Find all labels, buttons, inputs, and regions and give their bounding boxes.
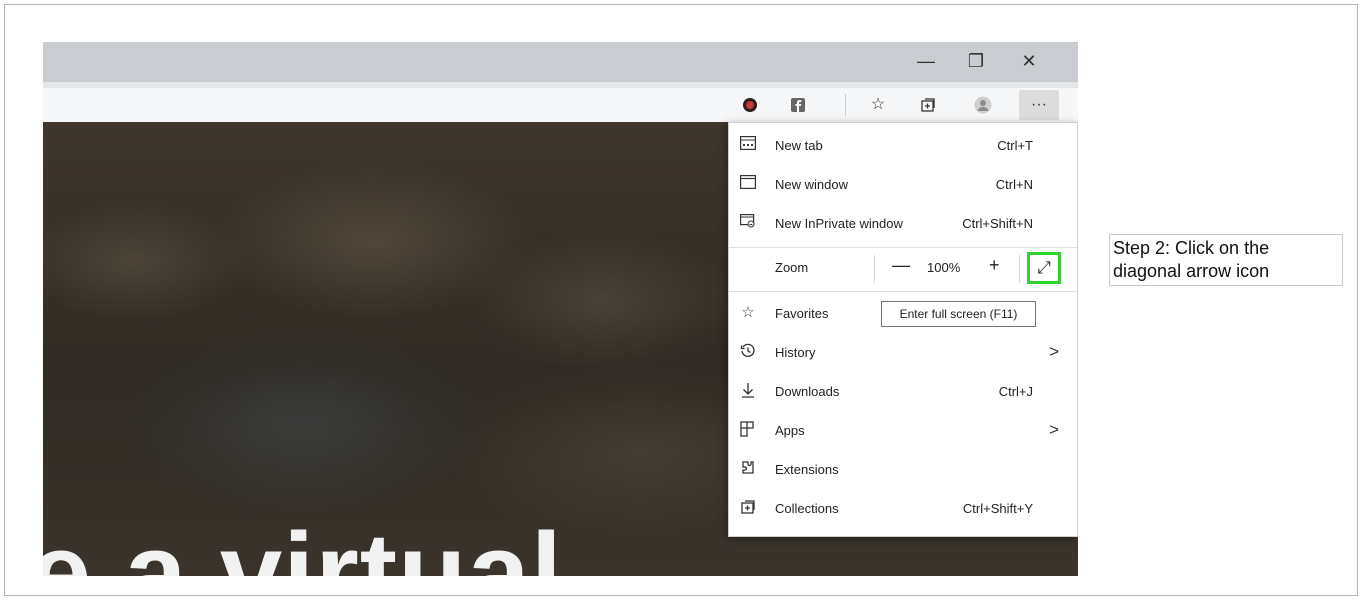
favorites-icon: ☆: [741, 304, 755, 321]
menu-item-new-tab[interactable]: New tab Ctrl+T: [729, 127, 1077, 165]
menu-zoom-row: Zoom — 100% + ⤢: [729, 249, 1077, 287]
fullscreen-tooltip: Enter full screen (F11): [881, 301, 1036, 327]
step-annotation: Step 2: Click on the diagonal arrow icon: [1109, 234, 1343, 286]
new-tab-icon: [739, 136, 757, 154]
menu-label: Downloads: [775, 384, 840, 399]
zoom-in-button[interactable]: +: [989, 255, 1000, 276]
fullscreen-diagonal-arrow-icon[interactable]: ⤢: [1027, 252, 1061, 284]
facebook-icon[interactable]: [781, 90, 815, 120]
new-window-icon: [739, 175, 757, 193]
menu-item-apps[interactable]: Apps >: [729, 412, 1077, 450]
zoom-value: 100%: [927, 260, 961, 275]
menu-label: New InPrivate window: [775, 216, 903, 231]
menu-shortcut: Ctrl+N: [995, 177, 1033, 192]
menu-divider: [729, 247, 1077, 248]
menu-label: Collections: [775, 501, 839, 516]
zoom-label: Zoom: [775, 260, 809, 275]
profile-badge-icon[interactable]: [733, 90, 767, 120]
zoom-out-button[interactable]: —: [892, 255, 910, 276]
apps-icon: [739, 421, 757, 439]
collections-icon: [739, 499, 757, 517]
menu-item-collections[interactable]: Collections Ctrl+Shift+Y: [729, 490, 1077, 528]
menu-shortcut: Ctrl+Shift+N: [962, 216, 1033, 231]
zoom-separator: [874, 255, 875, 283]
menu-label: Extensions: [775, 462, 839, 477]
menu-item-downloads[interactable]: Downloads Ctrl+J: [729, 373, 1077, 411]
menu-shortcut: Ctrl+Shift+Y: [962, 501, 1033, 516]
menu-item-history[interactable]: History >: [729, 334, 1077, 372]
history-icon: [739, 343, 757, 361]
chevron-right-icon: >: [1049, 420, 1059, 439]
menu-label: New window: [775, 177, 848, 192]
menu-label: Apps: [775, 423, 805, 438]
menu-label: History: [775, 345, 816, 360]
hero-heading: e a virtual: [43, 510, 563, 577]
close-button[interactable]: ✕: [1007, 46, 1051, 76]
menu-item-new-window[interactable]: New window Ctrl+N: [729, 166, 1077, 204]
menu-label: Favorites: [775, 306, 829, 321]
menu-item-new-inprivate-window[interactable]: New InPrivate window Ctrl+Shift+N: [729, 205, 1077, 243]
extensions-icon: [739, 460, 757, 478]
more-menu-icon[interactable]: ···: [1019, 90, 1059, 120]
toolbar-separator: [845, 94, 846, 116]
minimize-button[interactable]: —: [904, 46, 948, 76]
favorites-star-icon[interactable]: ☆: [861, 90, 895, 120]
account-avatar-icon[interactable]: [966, 90, 1000, 120]
download-icon: [739, 382, 757, 400]
settings-menu: New tab Ctrl+T New window Ctrl+N New InP…: [728, 122, 1078, 537]
chevron-right-icon: >: [1049, 342, 1059, 361]
inprivate-icon: [739, 214, 757, 232]
menu-shortcut: Ctrl+T: [997, 138, 1033, 153]
restore-button[interactable]: ❐: [954, 46, 998, 76]
screenshot-frame: — ❐ ✕ ☆ ··· e a virtual New tab Ctrl+T N…: [4, 4, 1358, 596]
menu-divider: [729, 291, 1077, 292]
menu-item-extensions[interactable]: Extensions: [729, 451, 1077, 489]
menu-shortcut: Ctrl+J: [998, 384, 1033, 399]
zoom-separator: [1019, 255, 1020, 283]
menu-label: New tab: [775, 138, 823, 153]
collections-icon[interactable]: [911, 90, 945, 120]
